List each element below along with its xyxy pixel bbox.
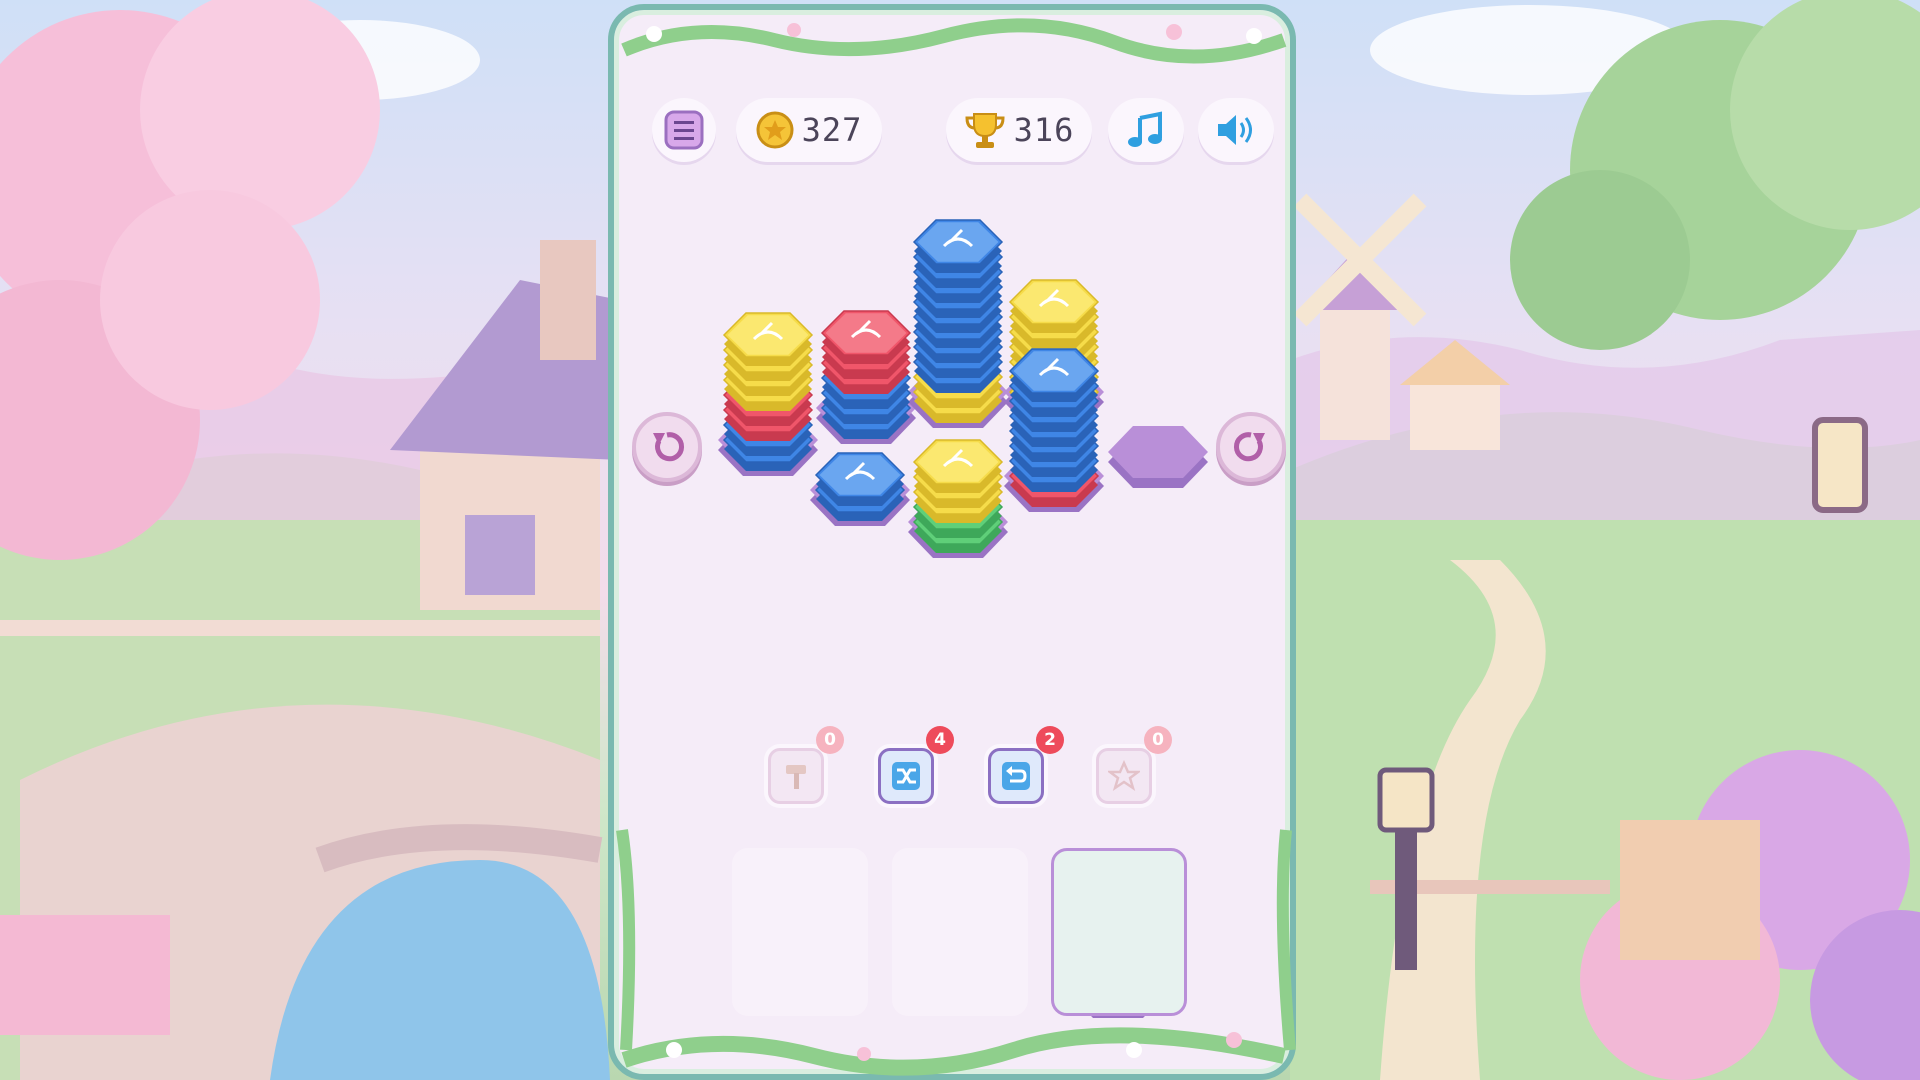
shuffle-icon bbox=[892, 762, 920, 790]
star-icon bbox=[1108, 760, 1140, 791]
booster-star-button[interactable]: 0 bbox=[1092, 726, 1172, 808]
booster-hammer-count: 0 bbox=[816, 726, 844, 754]
booster-star-count: 0 bbox=[1144, 726, 1172, 754]
hand-slot-2[interactable] bbox=[892, 848, 1028, 1016]
booster-hammer-button[interactable]: 0 bbox=[764, 726, 844, 808]
booster-undo-button[interactable]: 2 bbox=[984, 726, 1064, 808]
hand-slot-1[interactable] bbox=[732, 848, 868, 1016]
booster-undo-count: 2 bbox=[1036, 726, 1064, 754]
booster-shuffle-count: 4 bbox=[926, 726, 954, 754]
hammer-icon bbox=[786, 765, 806, 789]
game-scene: 327 316 0 4 2 0 bbox=[0, 0, 1920, 1080]
booster-shuffle-button[interactable]: 4 bbox=[874, 726, 954, 808]
hand-slot-3[interactable] bbox=[1051, 848, 1187, 1016]
undo-icon bbox=[1002, 762, 1030, 790]
